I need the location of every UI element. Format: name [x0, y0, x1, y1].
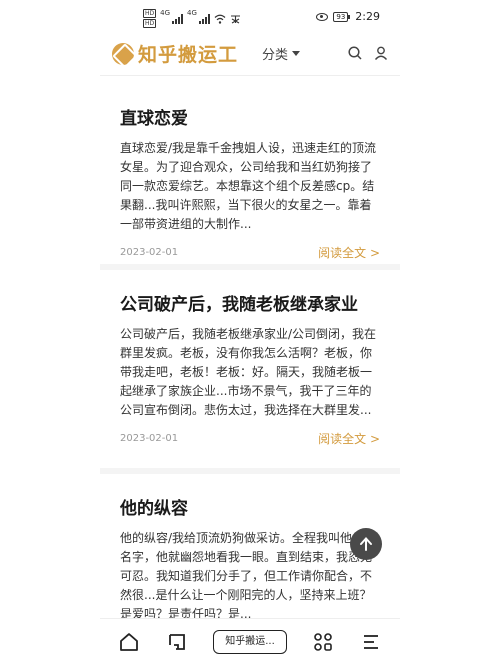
- current-tab-button[interactable]: 知乎搬运...: [213, 630, 287, 654]
- article-excerpt: 直球恋爱/我是靠千金拽姐人设，迅速走红的顶流女星。为了迎合观众，公司给我和当红奶…: [120, 141, 377, 231]
- eye-icon: [316, 12, 329, 21]
- article-title[interactable]: 直球恋爱: [120, 104, 380, 129]
- category-dropdown[interactable]: 分类: [262, 44, 301, 63]
- article-date: 2023-02-01: [120, 433, 179, 444]
- article-meta: 2023-02-01 阅读全文 >: [120, 430, 380, 447]
- logo[interactable]: 知乎搬运工: [112, 40, 238, 67]
- article-divider: [100, 264, 400, 270]
- article-title[interactable]: 公司破产后，我随老板继承家业: [120, 290, 380, 315]
- article-meta: 2023-02-01 阅读全文 >: [120, 244, 380, 261]
- user-icon[interactable]: [374, 46, 388, 60]
- wifi-icon: [214, 14, 226, 24]
- article-divider: [100, 468, 400, 474]
- article-card[interactable]: 直球恋爱 直球恋爱/我是靠千金拽姐人设，迅速走红的顶流女星。为了迎合观众，公司给…: [100, 104, 400, 261]
- caret-down-icon: [292, 51, 301, 56]
- notification-icon: [230, 14, 240, 23]
- read-more-link[interactable]: 阅读全文 >: [318, 430, 380, 447]
- article-card[interactable]: 公司破产后，我随老板继承家业 公司破产后，我随老板继承家业/公司倒闭，我在群里发…: [100, 290, 400, 447]
- article-date: 2023-02-01: [120, 247, 179, 258]
- status-right: 93 2:29: [316, 10, 380, 23]
- arrow-up-icon: [360, 537, 372, 551]
- article-excerpt: 他的纵容/我给顶流奶狗做采访。全程我叫他一次名字，他就幽怨地看我一眼。直到结束，…: [120, 531, 377, 621]
- status-left: HD HD 4G 4G: [143, 9, 241, 28]
- signal2-icon: [198, 13, 210, 24]
- battery-icon: 93: [333, 11, 351, 22]
- logo-text: 知乎搬运工: [138, 44, 239, 66]
- bottom-toolbar: 知乎搬运...: [100, 618, 400, 666]
- sim1-badge: HD: [143, 9, 157, 18]
- category-label: 分类: [262, 48, 289, 63]
- network2-label: 4G: [187, 9, 197, 17]
- sim2-badge: HD: [143, 19, 157, 28]
- logo-icon: [112, 42, 134, 65]
- grid-icon[interactable]: [312, 631, 334, 653]
- tabs-icon[interactable]: [166, 631, 188, 653]
- article-card[interactable]: 他的纵容 他的纵容/我给顶流奶狗做采访。全程我叫他一次名字，他就幽怨地看我一眼。…: [100, 494, 400, 624]
- clock: 2:29: [355, 10, 380, 23]
- back-to-top-button[interactable]: [350, 528, 382, 560]
- search-icon[interactable]: [348, 46, 362, 60]
- signal1-icon: [172, 13, 184, 24]
- network1-label: 4G: [160, 9, 171, 17]
- home-icon[interactable]: [118, 631, 140, 653]
- status-bar: HD HD 4G 4G 93 2:29: [0, 0, 500, 32]
- article-title[interactable]: 他的纵容: [120, 494, 380, 519]
- read-more-link[interactable]: 阅读全文 >: [318, 244, 380, 261]
- app-header: 知乎搬运工 分类: [100, 32, 400, 76]
- battery-level: 93: [333, 11, 349, 22]
- article-excerpt: 公司破产后，我随老板继承家业/公司倒闭，我在群里发疯。老板，没有你我怎么活啊？老…: [120, 327, 377, 417]
- menu-icon[interactable]: [360, 631, 382, 653]
- sim-indicators: HD HD: [143, 9, 157, 28]
